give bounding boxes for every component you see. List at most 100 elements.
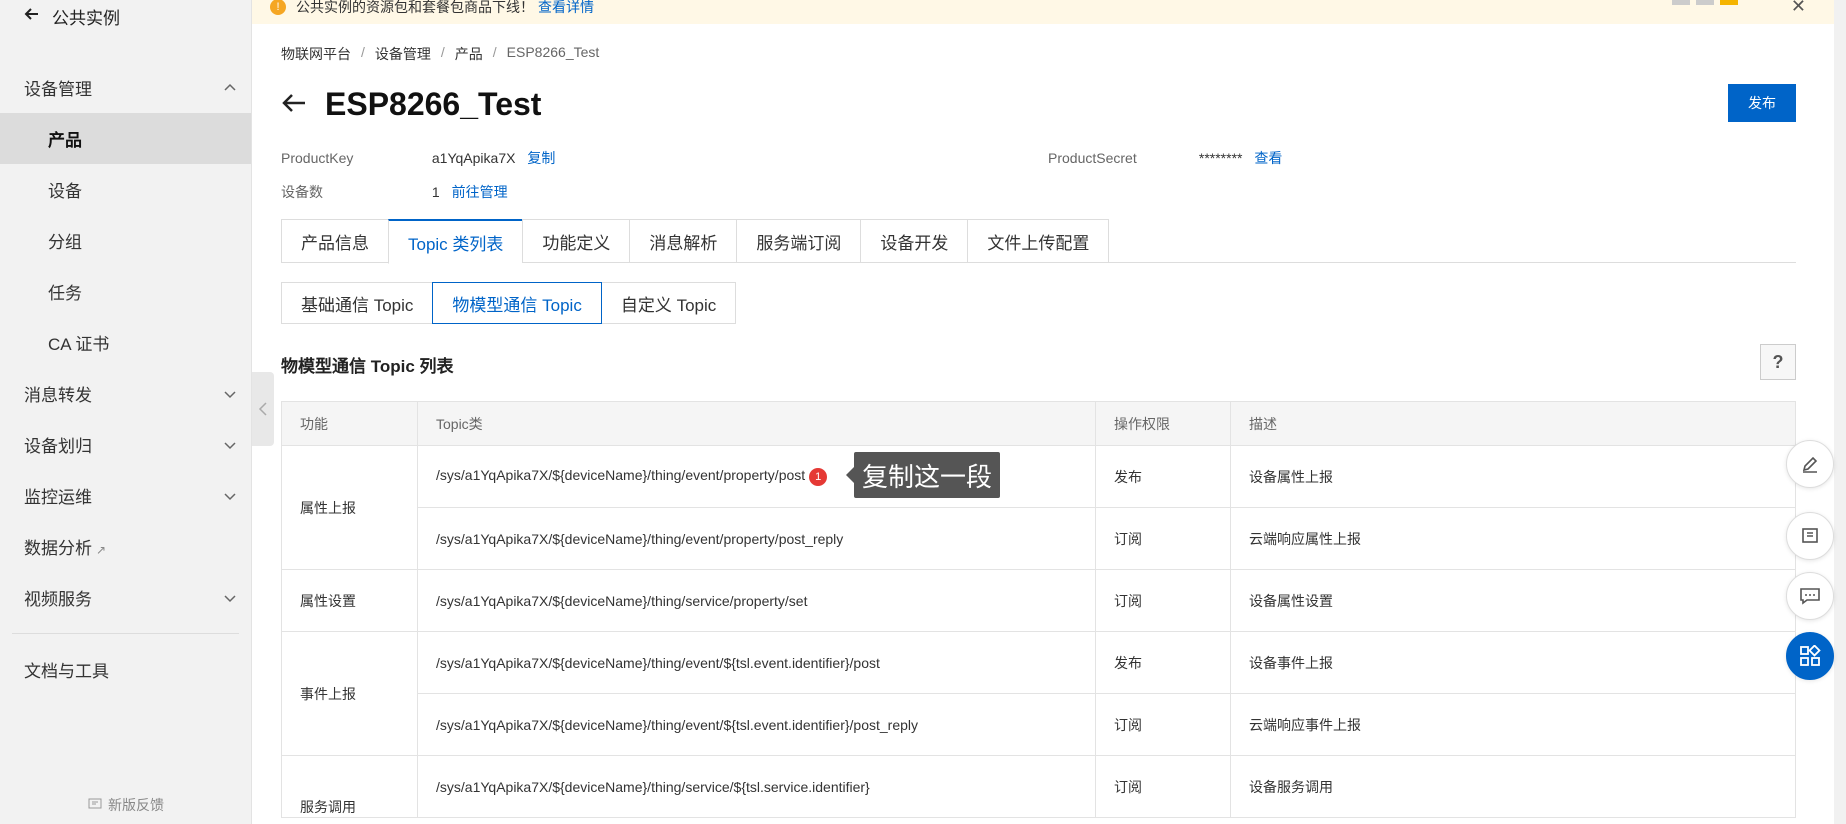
breadcrumb: 物联网平台 / 设备管理 / 产品 / ESP8266_Test (281, 44, 599, 64)
permission-cell: 订阅 (1095, 755, 1231, 818)
arrow-left-icon (24, 6, 40, 27)
permission-cell: 发布 (1095, 631, 1231, 694)
product-key-value: a1YqApika7X (431, 150, 516, 166)
sidebar-collapse-handle[interactable] (252, 372, 274, 446)
feature-cell: 服务调用 (281, 755, 418, 818)
permission-cell: 订阅 (1095, 693, 1231, 756)
column-header: 操作权限 (1095, 401, 1231, 446)
scrollbar[interactable] (1834, 0, 1846, 824)
feedback-link[interactable]: 新版反馈 (0, 786, 252, 824)
breadcrumb-item[interactable]: 物联网平台 (281, 44, 351, 64)
manage-devices-link[interactable]: 前往管理 (452, 184, 508, 200)
subtab-bar: 基础通信 Topic 物模型通信 Topic 自定义 Topic (281, 282, 737, 324)
group-label: 设备划归 (24, 437, 92, 456)
chevron-down-icon (224, 390, 236, 398)
table-row: 服务调用 /sys/a1YqApika7X/${deviceName}/thin… (281, 755, 1796, 818)
sidebar-group-video[interactable]: 视频服务 (0, 572, 251, 623)
feedback-label: 新版反馈 (108, 797, 164, 813)
topic-cell[interactable]: /sys/a1YqApika7X/${deviceName}/thing/eve… (417, 507, 1096, 570)
permission-cell: 订阅 (1095, 507, 1231, 570)
divider (12, 633, 239, 634)
pager-dot[interactable] (1696, 0, 1714, 5)
sidebar-item-device[interactable]: 设备 (0, 164, 251, 215)
item-label: 产品 (48, 131, 82, 150)
column-header: 功能 (281, 401, 418, 446)
topic-cell[interactable]: /sys/a1YqApika7X/${deviceName}/thing/ser… (417, 755, 1096, 818)
tab-file-upload-config[interactable]: 文件上传配置 (967, 219, 1110, 263)
permission-cell: 发布 (1095, 445, 1231, 508)
close-icon[interactable]: ✕ (1791, 0, 1806, 17)
chat-icon[interactable] (1786, 572, 1834, 620)
sidebar-group-docs-tools[interactable]: 文档与工具 (0, 644, 251, 695)
chevron-down-icon (224, 492, 236, 500)
topic-text[interactable]: /sys/a1YqApika7X/${deviceName}/thing/eve… (436, 467, 805, 483)
sidebar-group-device-management[interactable]: 设备管理 (0, 62, 251, 113)
tab-topic-list[interactable]: Topic 类列表 (388, 219, 523, 264)
item-label: CA 证书 (48, 335, 110, 354)
sidebar-item-ca-cert[interactable]: CA 证书 (0, 317, 251, 368)
section-title: 物模型通信 Topic 列表 (281, 357, 454, 376)
device-count-value: 1 (431, 184, 440, 200)
tab-feature-definition[interactable]: 功能定义 (522, 219, 630, 263)
feedback-icon (88, 797, 102, 813)
subtab-basic-topic[interactable]: 基础通信 Topic (281, 282, 434, 324)
table-row: 属性设置 /sys/a1YqApika7X/${deviceName}/thin… (281, 569, 1796, 632)
breadcrumb-item[interactable]: 设备管理 (375, 44, 431, 64)
table-row: /sys/a1YqApika7X/${deviceName}/thing/eve… (282, 693, 1796, 756)
back-label: 公共实例 (52, 8, 120, 28)
sidebar-group-monitoring[interactable]: 监控运维 (0, 470, 251, 521)
subtab-custom-topic[interactable]: 自定义 Topic (600, 282, 737, 324)
sidebar-item-task[interactable]: 任务 (0, 266, 251, 317)
copy-link[interactable]: 复制 (527, 150, 555, 166)
topic-cell[interactable]: /sys/a1YqApika7X/${deviceName}/thing/ser… (417, 569, 1096, 632)
topic-cell[interactable]: /sys/a1YqApika7X/${deviceName}/thing/eve… (417, 445, 1096, 508)
item-label: 设备 (48, 182, 82, 201)
notice-link[interactable]: 查看详情 (538, 0, 594, 15)
help-icon[interactable]: ? (1760, 344, 1796, 380)
tab-message-parse[interactable]: 消息解析 (629, 219, 737, 263)
tab-bar: 产品信息 Topic 类列表 功能定义 消息解析 服务端订阅 设备开发 文件上传… (281, 219, 1796, 264)
subtab-tsl-topic[interactable]: 物模型通信 Topic (432, 282, 602, 324)
arrow-left-icon[interactable] (281, 88, 307, 122)
table-row: 事件上报 /sys/a1YqApika7X/${deviceName}/thin… (281, 631, 1796, 756)
pager-dot-active[interactable] (1720, 0, 1738, 5)
sidebar-group-data-analysis[interactable]: 数据分析 ↗ (0, 521, 251, 572)
warning-icon: ! (270, 0, 286, 15)
sidebar-item-group[interactable]: 分组 (0, 215, 251, 266)
pager-dot[interactable] (1672, 0, 1690, 5)
tab-device-development[interactable]: 设备开发 (860, 219, 968, 263)
device-count-row: 设备数 1 前往管理 (281, 182, 508, 202)
description-cell: 设备服务调用 (1230, 755, 1796, 818)
group-label: 消息转发 (24, 386, 92, 405)
feature-cell: 属性设置 (281, 569, 418, 632)
sidebar-group-device-assign[interactable]: 设备划归 (0, 419, 251, 470)
edit-icon[interactable] (1786, 440, 1834, 488)
publish-button[interactable]: 发布 (1728, 84, 1796, 122)
back-to-instance[interactable]: 公共实例 (0, 0, 251, 32)
notice-bar: ! 公共实例的资源包和套餐包商品下线！ 查看详情 ✕ (252, 0, 1834, 24)
external-link-icon: ↗ (96, 543, 107, 557)
notice-pager (1672, 0, 1738, 5)
description-cell: 设备属性上报 (1230, 445, 1796, 508)
title-row: ESP8266_Test (281, 86, 541, 123)
group-label: 数据分析 (24, 539, 92, 558)
description-cell: 设备事件上报 (1230, 631, 1796, 694)
description-cell: 设备属性设置 (1230, 569, 1796, 632)
book-icon[interactable] (1786, 512, 1834, 560)
sidebar-group-message-forward[interactable]: 消息转发 (0, 368, 251, 419)
breadcrumb-item[interactable]: 产品 (455, 44, 483, 64)
topic-cell[interactable]: /sys/a1YqApika7X/${deviceName}/thing/eve… (417, 631, 1096, 694)
apps-icon[interactable] (1786, 632, 1834, 680)
tab-product-info[interactable]: 产品信息 (281, 219, 388, 263)
device-count-label: 设备数 (281, 184, 323, 200)
column-header: 描述 (1230, 401, 1796, 446)
view-secret-link[interactable]: 查看 (1254, 150, 1282, 166)
breadcrumb-separator: / (361, 44, 365, 60)
feature-cell: 属性上报 (281, 445, 418, 570)
product-secret-value: ******** (1198, 150, 1243, 166)
sidebar-item-product[interactable]: 产品 (0, 113, 251, 164)
group-label: 文档与工具 (24, 662, 109, 681)
topic-cell[interactable]: /sys/a1YqApika7X/${deviceName}/thing/eve… (417, 693, 1096, 756)
tab-server-subscription[interactable]: 服务端订阅 (736, 219, 861, 263)
breadcrumb-separator: / (440, 44, 445, 60)
